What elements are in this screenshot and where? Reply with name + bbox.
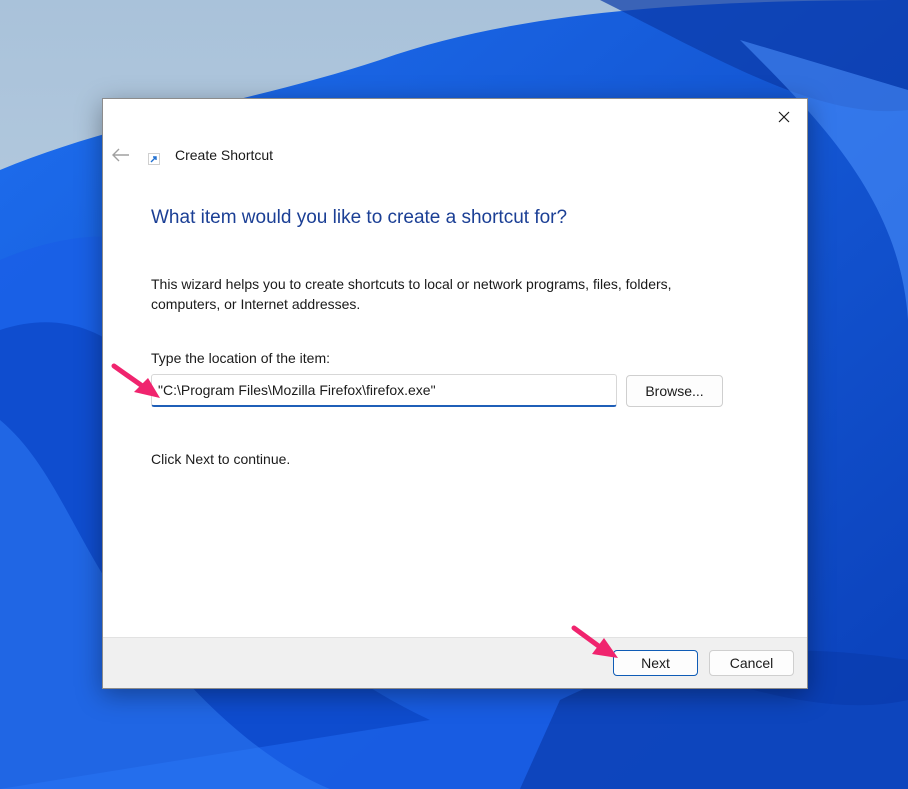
location-label: Type the location of the item:	[151, 350, 330, 366]
back-button[interactable]	[109, 143, 133, 167]
location-input[interactable]	[151, 374, 617, 407]
wizard-description: This wizard helps you to create shortcut…	[151, 276, 672, 312]
page-heading: What item would you like to create a sho…	[151, 207, 568, 228]
dialog-footer: Next Cancel	[103, 637, 807, 688]
close-icon	[778, 111, 790, 123]
wizard-title: Create Shortcut	[175, 147, 274, 163]
back-arrow-icon	[112, 148, 129, 162]
continue-instruction: Click Next to continue.	[151, 451, 291, 467]
close-button[interactable]	[761, 99, 807, 135]
next-button[interactable]: Next	[613, 650, 698, 676]
create-shortcut-dialog: Create Shortcut What item would you like…	[102, 98, 808, 689]
browse-button[interactable]: Browse...	[626, 375, 723, 407]
cancel-button[interactable]: Cancel	[709, 650, 794, 676]
shortcut-icon	[148, 153, 160, 165]
